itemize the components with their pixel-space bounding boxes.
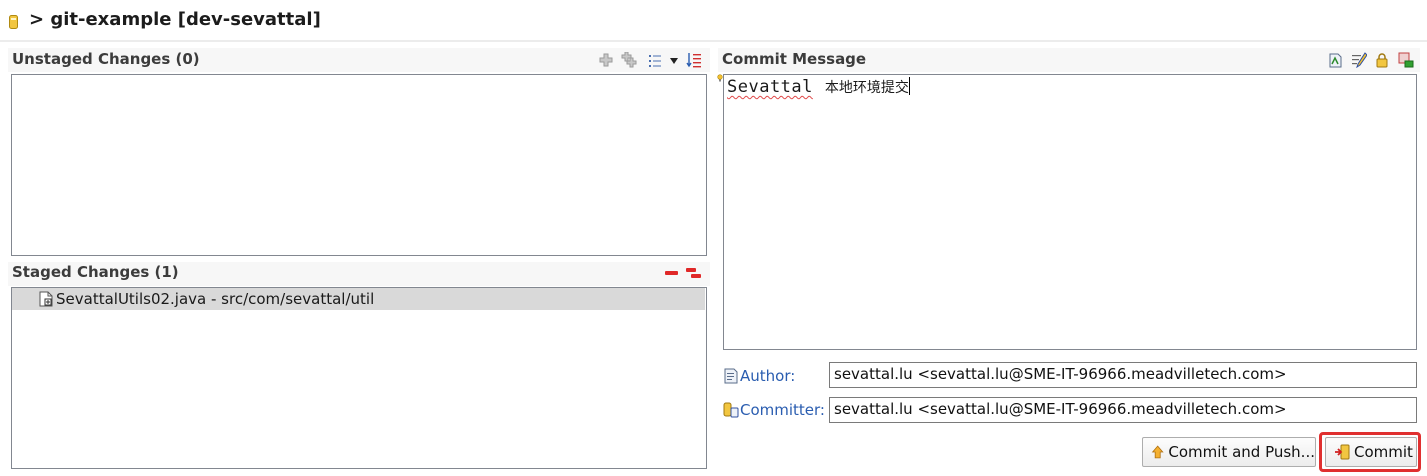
author-field[interactable]: sevattal.lu <sevattal.lu@SME-IT-96966.me…: [829, 362, 1417, 388]
committer-label[interactable]: Committer:: [740, 401, 825, 419]
add-to-index-icon[interactable]: [598, 52, 614, 68]
presentation-icon[interactable]: [647, 53, 663, 69]
commit-message-latin: Sevattal: [727, 77, 813, 97]
amend-icon[interactable]: [1328, 52, 1344, 68]
push-icon: [1151, 445, 1164, 459]
signed-off-icon[interactable]: [1351, 52, 1367, 68]
commit-message-title: Commit Message: [722, 50, 867, 68]
page-title: > git-example [dev-sevattal]: [29, 9, 321, 30]
commit-message-text: Sevattal 本地环境提交: [727, 77, 910, 97]
commit-message-cjk: 本地环境提交: [824, 80, 909, 96]
author-label[interactable]: Author:: [740, 367, 795, 385]
sort-icon[interactable]: [686, 52, 702, 68]
author-icon: [724, 368, 738, 384]
list-item[interactable]: SevattalUtils02.java - src/com/sevattal/…: [12, 288, 705, 310]
repository-icon: [9, 15, 18, 29]
committer-icon: [723, 402, 739, 418]
commit-message-editor[interactable]: [723, 74, 1417, 350]
dropdown-arrow-icon[interactable]: [669, 57, 679, 65]
remove-all-from-index-icon[interactable]: [686, 265, 702, 281]
add-change-id-icon[interactable]: [1398, 52, 1414, 68]
unstaged-list[interactable]: [11, 74, 707, 256]
commit-highlight-box: [1319, 432, 1421, 472]
file-label: SevattalUtils02.java - src/com/sevattal/…: [56, 290, 375, 308]
staged-title: Staged Changes (1): [12, 263, 179, 281]
text-caret: [908, 77, 910, 95]
commit-and-push-label: Commit and Push...: [1168, 443, 1315, 461]
lightbulb-marker-icon: [717, 74, 723, 82]
commit-and-push-button[interactable]: Commit and Push...: [1142, 437, 1316, 467]
java-file-icon: [39, 291, 53, 307]
committer-field[interactable]: sevattal.lu <sevattal.lu@SME-IT-96966.me…: [829, 397, 1417, 423]
remove-from-index-icon[interactable]: [664, 265, 680, 281]
unstaged-title: Unstaged Changes (0): [12, 50, 200, 68]
sign-commit-icon[interactable]: [1374, 52, 1390, 68]
add-all-to-index-icon[interactable]: [621, 52, 637, 68]
staged-list[interactable]: [11, 287, 707, 469]
